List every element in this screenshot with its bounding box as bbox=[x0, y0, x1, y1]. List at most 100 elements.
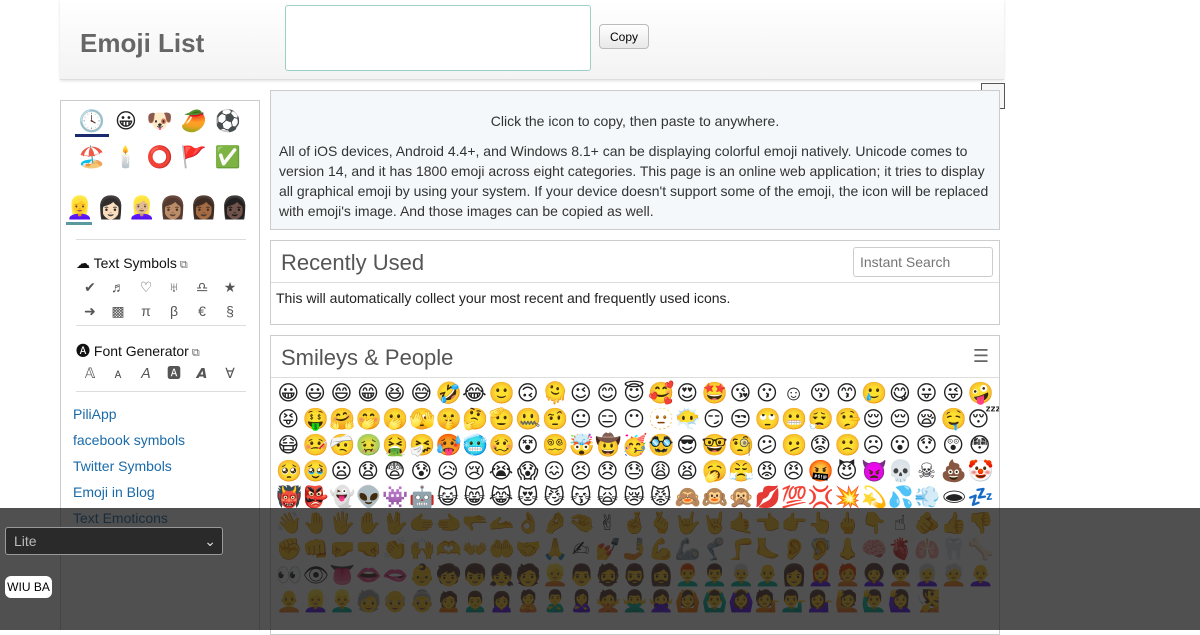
emoji-item[interactable]: 👽 bbox=[356, 486, 382, 510]
emoji-item[interactable]: 🙄 bbox=[755, 408, 781, 432]
sidebar-link[interactable]: Twitter Symbols bbox=[73, 458, 185, 484]
emoji-item[interactable]: 🤒 bbox=[303, 434, 329, 458]
emoji-item[interactable]: 💨 bbox=[914, 486, 940, 510]
emoji-item[interactable]: 😏 bbox=[702, 408, 727, 432]
emoji-item[interactable]: 🥹 bbox=[303, 460, 329, 484]
emoji-item[interactable]: 🤡 bbox=[967, 460, 993, 484]
emoji-item[interactable]: 💯 bbox=[781, 486, 807, 510]
emoji-item[interactable]: 💢 bbox=[808, 486, 834, 510]
emoji-item[interactable]: 😥 bbox=[436, 460, 461, 484]
emoji-item[interactable]: 💋 bbox=[755, 486, 781, 510]
text-symbol[interactable]: ♎ bbox=[188, 277, 216, 297]
mode-select[interactable]: Lite ⌄ bbox=[5, 527, 223, 555]
emoji-item[interactable]: 🥴 bbox=[489, 434, 515, 458]
category-tab[interactable]: 😀 bbox=[109, 107, 143, 137]
emoji-item[interactable]: 💦 bbox=[888, 486, 914, 510]
text-symbol[interactable]: π bbox=[132, 301, 160, 321]
emoji-item[interactable]: 😁 bbox=[356, 382, 381, 406]
sidebar-link[interactable]: Emoji in Blog bbox=[73, 484, 185, 510]
emoji-item[interactable]: 😬 bbox=[781, 408, 807, 432]
skin-tone-option[interactable]: 👱🏼‍♀️ bbox=[128, 193, 155, 225]
emoji-item[interactable]: 🥰 bbox=[648, 382, 674, 406]
emoji-item[interactable]: 🤧 bbox=[409, 434, 435, 458]
badge-button[interactable]: WIU BA bbox=[5, 576, 52, 598]
emoji-item[interactable]: 🕳 bbox=[941, 486, 968, 510]
emoji-item[interactable]: 😘 bbox=[728, 382, 753, 406]
emoji-item[interactable]: 🥵 bbox=[436, 434, 462, 458]
emoji-item[interactable]: 😊 bbox=[595, 382, 620, 406]
emoji-item[interactable]: 😨 bbox=[382, 460, 407, 484]
text-symbol[interactable]: ★ bbox=[216, 277, 244, 297]
font-generator-link[interactable]: 🅐 Font Generator ⧉ bbox=[76, 341, 200, 361]
emoji-item[interactable]: 😹 bbox=[489, 486, 514, 510]
emoji-item[interactable]: 😠 bbox=[781, 460, 806, 484]
font-sample[interactable]: ᴀ bbox=[104, 363, 132, 383]
emoji-item[interactable]: 🤮 bbox=[382, 434, 408, 458]
text-symbol[interactable]: β bbox=[160, 301, 188, 321]
emoji-item[interactable]: 😭 bbox=[489, 460, 514, 484]
emoji-item[interactable]: 😡 bbox=[755, 460, 780, 484]
skin-tone-option[interactable]: 👩🏽 bbox=[159, 193, 186, 225]
category-tab[interactable]: 🕯️ bbox=[109, 143, 143, 173]
emoji-item[interactable]: 😍 bbox=[675, 382, 700, 406]
emoji-item[interactable]: 🥺 bbox=[276, 460, 302, 484]
sidebar-link[interactable]: PiliApp bbox=[73, 406, 185, 432]
emoji-item[interactable]: 🥳 bbox=[622, 434, 648, 458]
emoji-item[interactable]: 🤭 bbox=[356, 408, 382, 432]
emoji-item[interactable]: 😦 bbox=[329, 460, 354, 484]
emoji-item[interactable]: 👿 bbox=[861, 460, 887, 484]
menu-icon[interactable]: ☰ bbox=[973, 346, 989, 367]
emoji-item[interactable]: 🙉 bbox=[702, 486, 728, 510]
emoji-item[interactable]: 😈 bbox=[834, 460, 859, 484]
emoji-item[interactable]: 🤫 bbox=[436, 408, 462, 432]
emoji-item[interactable]: 🧐 bbox=[728, 434, 754, 458]
emoji-item[interactable]: 🥸 bbox=[648, 434, 674, 458]
emoji-item[interactable]: 🤖 bbox=[409, 486, 435, 510]
emoji-item[interactable]: 😒 bbox=[728, 408, 753, 432]
emoji-item[interactable]: 😽 bbox=[569, 486, 594, 510]
emoji-item[interactable]: 😶 bbox=[622, 408, 647, 432]
emoji-item[interactable]: 😼 bbox=[542, 486, 567, 510]
emoji-item[interactable]: 😲 bbox=[941, 434, 966, 458]
emoji-item[interactable]: 🤕 bbox=[329, 434, 355, 458]
emoji-item[interactable]: 😂 bbox=[462, 382, 487, 406]
text-symbol[interactable]: ♬ bbox=[104, 277, 132, 297]
emoji-item[interactable]: 🙃 bbox=[515, 382, 540, 406]
skin-tone-option[interactable]: 👩🏻 bbox=[97, 193, 124, 225]
emoji-item[interactable]: 😯 bbox=[914, 434, 939, 458]
emoji-item[interactable]: 😷 bbox=[276, 434, 301, 458]
text-symbol[interactable]: ▩ bbox=[104, 301, 132, 321]
emoji-item[interactable]: 🤥 bbox=[834, 408, 860, 432]
emoji-item[interactable]: 🤑 bbox=[303, 408, 329, 432]
emoji-item[interactable]: 😙 bbox=[834, 382, 859, 406]
emoji-item[interactable]: 🤩 bbox=[702, 382, 728, 406]
emoji-item[interactable]: 🙀 bbox=[595, 486, 620, 510]
text-symbols-link[interactable]: ☁ Text Symbols ⧉ bbox=[76, 255, 188, 272]
text-symbol[interactable]: ➜ bbox=[76, 301, 104, 321]
text-symbol[interactable]: § bbox=[216, 301, 244, 321]
emoji-item[interactable]: 😎 bbox=[675, 434, 700, 458]
emoji-item[interactable]: 🫠 bbox=[542, 382, 568, 406]
emoji-item[interactable]: 😛 bbox=[914, 382, 939, 406]
emoji-item[interactable]: 🙁 bbox=[834, 434, 860, 458]
text-symbol[interactable]: ♅ bbox=[160, 277, 188, 297]
emoji-item[interactable]: 👻 bbox=[329, 486, 355, 510]
font-sample[interactable]: 🅰 bbox=[160, 363, 188, 383]
emoji-item[interactable]: 😫 bbox=[675, 460, 700, 484]
sidebar-link[interactable]: facebook symbols bbox=[73, 432, 185, 458]
emoji-item[interactable]: ☺ bbox=[781, 382, 806, 406]
emoji-item[interactable]: 😆 bbox=[382, 382, 407, 406]
emoji-item[interactable]: 😜 bbox=[941, 382, 966, 406]
emoji-item[interactable]: 🤢 bbox=[356, 434, 382, 458]
category-tab[interactable]: ⚽ bbox=[211, 107, 245, 137]
emoji-item[interactable]: 😅 bbox=[409, 382, 434, 406]
emoji-item[interactable]: 💥 bbox=[834, 486, 860, 510]
emoji-item[interactable]: 👺 bbox=[303, 486, 329, 510]
emoji-item[interactable]: 🥲 bbox=[861, 382, 887, 406]
emoji-item[interactable]: 😴 bbox=[967, 408, 999, 432]
category-tab[interactable]: ✅ bbox=[211, 143, 245, 173]
emoji-item[interactable]: 🤨 bbox=[542, 408, 568, 432]
emoji-item[interactable]: 😖 bbox=[542, 460, 567, 484]
emoji-item[interactable]: 👹 bbox=[276, 486, 302, 510]
emoji-item[interactable]: 😌 bbox=[861, 408, 886, 432]
